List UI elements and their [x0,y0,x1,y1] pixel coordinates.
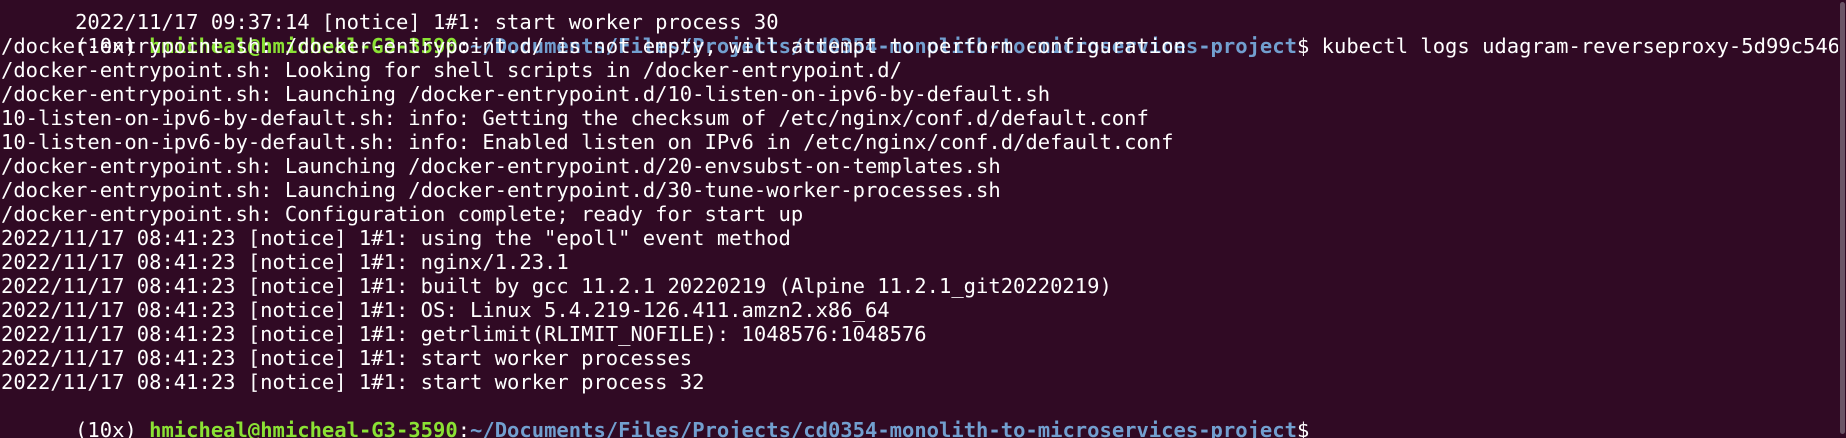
prompt-symbol: $ [1296,34,1322,58]
output-line: 2022/11/17 08:41:23 [notice] 1#1: built … [1,274,1832,298]
output-text: 2022/11/17 08:41:23 [notice] 1#1: nginx/… [1,250,569,274]
text-cursor[interactable]: _ [1322,418,1334,438]
output-text: 2022/11/17 08:41:23 [notice] 1#1: getrli… [1,322,927,346]
output-text: 10-listen-on-ipv6-by-default.sh: info: E… [1,130,1174,154]
command-text: kubectl logs udagram-reverseproxy-5d99c5… [1321,34,1846,58]
venv-indicator: (10x) [75,418,150,438]
output-text: /docker-entrypoint.sh: Configuration com… [1,202,804,226]
output-text: /docker-entrypoint.sh: Launching /docker… [1,178,1001,202]
output-text: /docker-entrypoint.sh: /docker-entrypoin… [1,34,1186,58]
output-line: 10-listen-on-ipv6-by-default.sh: info: E… [1,130,1832,154]
prompt-userhost: hmicheal@hmicheal-G3-3590 [149,418,458,438]
output-line: 10-listen-on-ipv6-by-default.sh: info: G… [1,106,1832,130]
partial-top-line: 2022/11/17 09:37:14 [notice] 1#1: start … [1,0,1832,34]
output-text: 2022/11/17 09:37:14 [notice] 1#1: start … [75,10,779,34]
output-line: 2022/11/17 08:41:23 [notice] 1#1: OS: Li… [1,298,1832,322]
output-line: 2022/11/17 08:41:23 [notice] 1#1: getrli… [1,322,1832,346]
output-text: /docker-entrypoint.sh: Looking for shell… [1,58,902,82]
output-line: /docker-entrypoint.sh: Launching /docker… [1,82,1832,106]
output-text: 2022/11/17 08:41:23 [notice] 1#1: using … [1,226,791,250]
output-text: /docker-entrypoint.sh: Launching /docker… [1,82,1051,106]
output-text: /docker-entrypoint.sh: Launching /docker… [1,154,1001,178]
output-line: /docker-entrypoint.sh: Launching /docker… [1,178,1832,202]
output-line: /docker-entrypoint.sh: Configuration com… [1,202,1832,226]
output-text: 10-listen-on-ipv6-by-default.sh: info: G… [1,106,1149,130]
terminal-output: 2022/11/17 09:37:14 [notice] 1#1: start … [1,0,1846,438]
current-prompt-line[interactable]: (10x) hmicheal@hmicheal-G3-3590:~/Docume… [1,394,1832,438]
scrollbar-thumb[interactable] [1840,2,1845,434]
output-text: 2022/11/17 08:41:23 [notice] 1#1: built … [1,274,1112,298]
prompt-symbol: $ [1296,418,1322,438]
output-line: /docker-entrypoint.sh: Looking for shell… [1,58,1832,82]
output-text: 2022/11/17 08:41:23 [notice] 1#1: start … [1,370,705,394]
output-line: /docker-entrypoint.sh: Launching /docker… [1,154,1832,178]
prompt-path: ~/Documents/Files/Projects/cd0354-monoli… [470,418,1297,438]
output-text: 2022/11/17 08:41:23 [notice] 1#1: start … [1,346,693,370]
output-text: 2022/11/17 08:41:23 [notice] 1#1: OS: Li… [1,298,890,322]
output-line: 2022/11/17 08:41:23 [notice] 1#1: start … [1,370,1832,394]
output-line: 2022/11/17 08:41:23 [notice] 1#1: nginx/… [1,250,1832,274]
scrollbar[interactable] [1838,0,1846,438]
prompt-colon: : [457,418,471,438]
terminal-window[interactable]: 2022/11/17 09:37:14 [notice] 1#1: start … [0,0,1846,438]
output-line: 2022/11/17 08:41:23 [notice] 1#1: start … [1,346,1832,370]
output-line: 2022/11/17 08:41:23 [notice] 1#1: using … [1,226,1832,250]
